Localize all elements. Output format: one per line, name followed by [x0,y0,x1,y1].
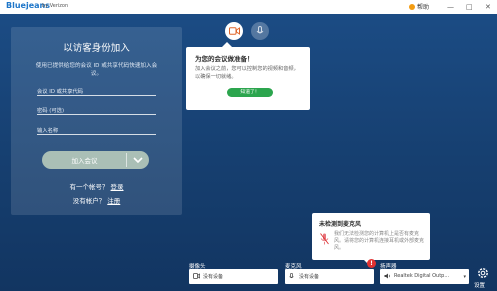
join-meeting-label: 加入会议 [71,157,98,165]
help-label: 帮助 [417,4,430,11]
minimize-button[interactable]: — [447,1,454,13]
speaker-value: Realtek Digital Outp... [394,273,450,279]
button-divider [126,153,127,167]
microphone-toggle-button[interactable] [251,22,269,40]
help-icon [409,3,415,10]
speaker-icon [384,273,390,279]
login-link[interactable]: 登录 [111,183,124,191]
microphone-icon [289,273,294,279]
title-bar: Bluejeans by Verizon 帮助 — □ ✕ [0,0,497,14]
got-it-button[interactable]: 知道了！ [227,88,273,97]
warning-title: 未检测到麦克风 [319,221,362,228]
register-link[interactable]: 注册 [107,197,120,205]
join-meeting-button[interactable]: 加入会议 [42,151,149,169]
settings-label: 设置 [474,283,486,289]
no-microphone-warning: 未检测到麦克风 我们无法检测您的计算机上是否有麦克风。请将您的计算机连接耳机或外… [312,213,430,265]
login-prompt: 有一个帐号？ 登录 [11,181,182,191]
no-account-text: 没有帐户？ [72,197,106,205]
chevron-down-icon: ▾ [463,274,466,280]
microphone-muted-icon [320,233,329,245]
have-account-text: 有一个帐号？ [69,183,109,191]
register-prompt: 没有帐户？ 注册 [11,195,182,205]
video-camera-icon [228,27,240,35]
help-button[interactable]: 帮助 [409,2,429,11]
warning-icon: ! [367,259,376,268]
microphone-value: 没有设备 [299,274,320,280]
camera-toggle-button[interactable] [225,22,243,40]
meeting-ready-popover: 为您的会议做准备！ 加入会议之前，您可以控制您的视频和音频，以确保一切就绪。 知… [186,42,310,110]
card-title: 以访客身份加入 [63,43,130,54]
video-camera-icon [193,273,200,279]
popover-title: 为您的会议做准备！ [195,55,254,63]
name-field[interactable]: 输入名称 [37,123,156,135]
chevron-down-icon[interactable] [132,155,144,165]
app-logo-subtitle: by Verizon [42,3,69,9]
camera-select[interactable]: 没有设备 [189,269,278,284]
speaker-select[interactable]: Realtek Digital Outp... ▾ [380,269,469,284]
meeting-id-field[interactable]: 会议 ID 或共享代码 [37,84,156,96]
microphone-select[interactable]: 没有设备 [285,269,374,284]
camera-value: 没有设备 [203,274,224,280]
popover-body: 加入会议之前，您可以控制您的视频和音频，以确保一切就绪。 [195,66,299,80]
maximize-button[interactable]: □ [466,1,473,13]
card-description: 使用已提供给您的会议 ID 或共享代码快速加入会议。 [35,63,158,77]
close-button[interactable]: ✕ [485,1,491,13]
guest-join-card: 以访客身份加入 使用已提供给您的会议 ID 或共享代码快速加入会议。 会议 ID… [11,27,182,215]
microphone-icon [256,26,264,34]
gear-icon [478,268,488,278]
passcode-field[interactable]: 密码 (可选) [37,103,156,115]
warning-body: 我们无法检测您的计算机上是否有麦克风。请将您的计算机连接耳机或外部麦克风。 [334,231,425,251]
